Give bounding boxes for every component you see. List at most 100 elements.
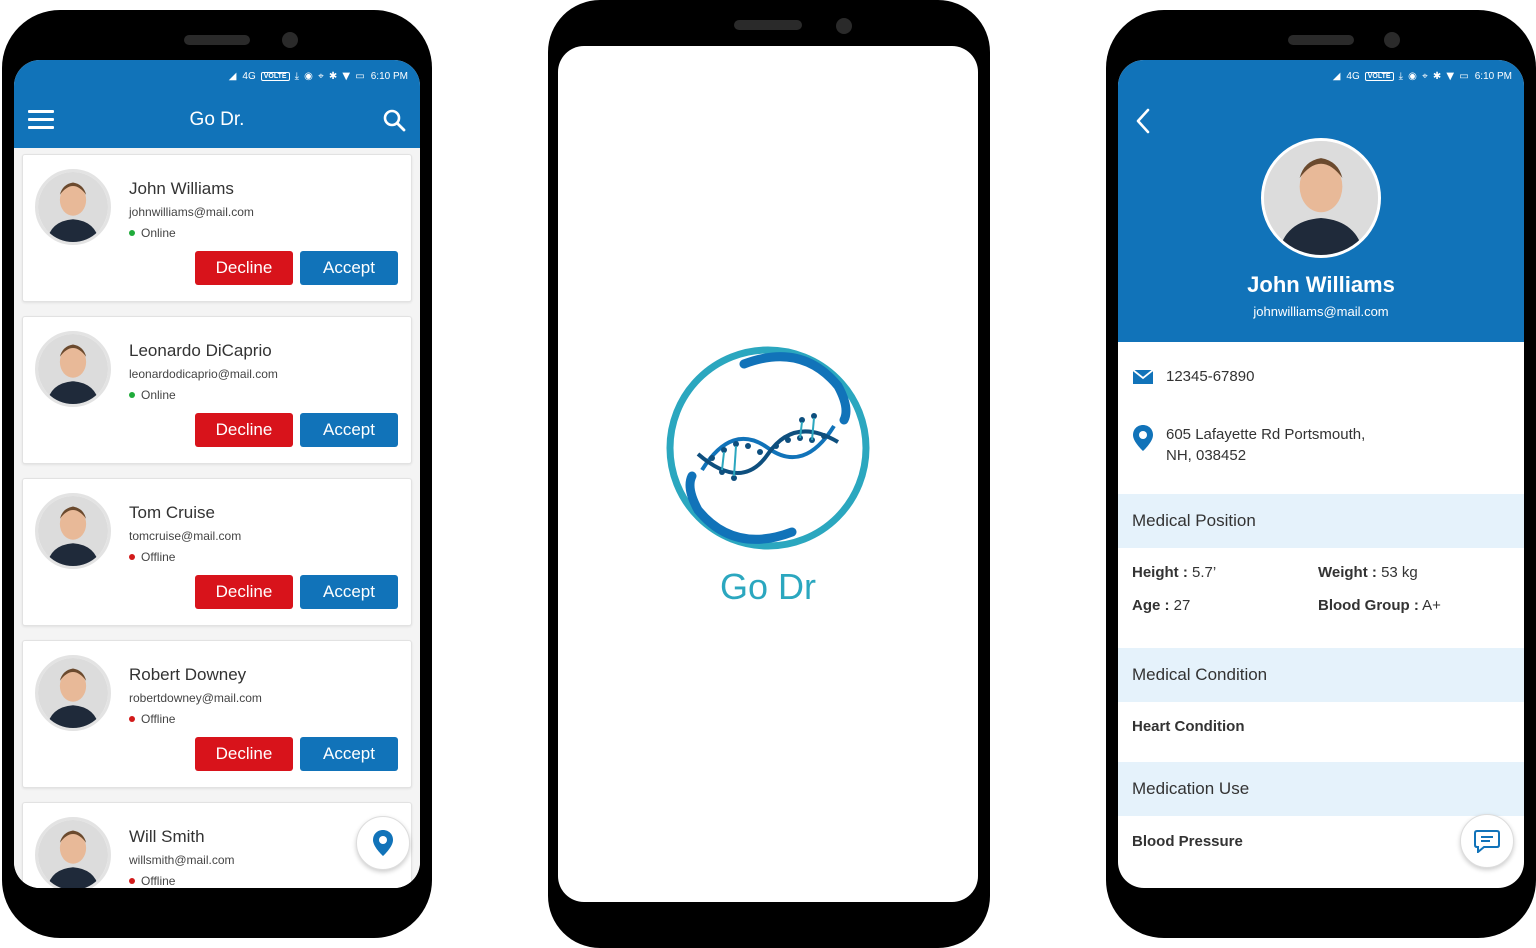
request-card: Robert Downey robertdowney@mail.com Offl… (22, 640, 412, 788)
patient-name: Robert Downey (129, 665, 247, 684)
signal-icon: ◢ (228, 70, 238, 82)
search-icon[interactable] (382, 108, 406, 132)
age-label: Age : (1132, 597, 1170, 614)
mail-icon (1132, 369, 1154, 384)
accept-button[interactable]: Accept (300, 413, 398, 447)
address-row: 605 Lafayette Rd Portsmouth, NH, 038452 (1132, 424, 1510, 466)
avatar (35, 493, 111, 569)
location-pin-icon (373, 830, 393, 856)
clock: 6:10 PM (370, 70, 408, 82)
medication-use-value: Blood Pressure (1132, 833, 1243, 850)
blood-group: A+ (1422, 597, 1441, 614)
status-icons: ⤓ ◉ ⌖ ✱ ▼ ▭ (294, 70, 366, 82)
offline-dot (129, 554, 135, 560)
right-phone: ◢ 4G VOLTE ⤓ ◉ ⌖ ✱ ▼ ▭ 6:10 PM John Will… (1106, 10, 1536, 938)
patient-name: Will Smith (129, 827, 205, 846)
age: 27 (1173, 597, 1191, 614)
blood-group-value: Blood Group : A+ (1318, 597, 1441, 614)
accept-button[interactable]: Accept (300, 737, 398, 771)
app-bar: Go Dr. (14, 92, 420, 148)
medication-use-heading: Medication Use (1118, 762, 1524, 816)
request-list: John Williams johnwilliams@mail.com Onli… (14, 148, 420, 888)
patient-email: leonardodicaprio@mail.com (129, 367, 278, 381)
request-card: Will Smith willsmith@mail.com Offline (22, 802, 412, 888)
status-text: Online (141, 388, 176, 402)
phone-number: 12345-67890 (1166, 368, 1255, 385)
weight-label: Weight : (1318, 564, 1377, 581)
online-dot (129, 230, 135, 236)
weight: 53 kg (1381, 564, 1418, 581)
clock: 6:10 PM (1474, 70, 1512, 82)
status-bar: ◢ 4G VOLTE ⤓ ◉ ⌖ ✱ ▼ ▭ 6:10 PM (1118, 60, 1524, 92)
volte-badge: VOLTE (260, 71, 290, 81)
height: 5.7’ (1192, 564, 1217, 581)
decline-button[interactable]: Decline (195, 413, 293, 447)
back-chevron-icon[interactable] (1132, 106, 1156, 136)
avatar (35, 331, 111, 407)
patient-name: John Williams (129, 179, 234, 198)
status-text: Online (141, 226, 176, 240)
chat-button[interactable] (1460, 814, 1514, 868)
dna-logo-icon (666, 346, 870, 550)
front-camera (282, 32, 298, 48)
status-indicator: Offline (129, 874, 175, 888)
location-pin-icon (1133, 425, 1153, 451)
chat-icon (1474, 830, 1500, 853)
splash-title: Go Dr (719, 566, 816, 607)
weight-value: Weight : 53 kg (1318, 564, 1418, 581)
medical-condition-value: Heart Condition (1132, 718, 1245, 735)
status-indicator: Offline (129, 712, 175, 726)
medical-position-heading: Medical Position (1118, 494, 1524, 548)
profile-name: John Williams (1247, 272, 1395, 297)
offline-dot (129, 716, 135, 722)
patient-name: Tom Cruise (129, 503, 215, 522)
patient-email: tomcruise@mail.com (129, 529, 242, 543)
profile-avatar (1261, 138, 1381, 258)
splash-screen: Go Dr (558, 46, 978, 902)
front-camera (836, 18, 852, 34)
patient-email: johnwilliams@mail.com (129, 205, 254, 219)
patient-name: Leonardo DiCaprio (129, 341, 272, 360)
status-indicator: Online (129, 388, 176, 402)
avatar (35, 655, 111, 731)
decline-button[interactable]: Decline (195, 251, 293, 285)
front-camera (1384, 32, 1400, 48)
status-indicator: Offline (129, 550, 175, 564)
network-type: 4G (242, 70, 256, 82)
middle-phone: Go Dr (548, 0, 990, 948)
status-text: Offline (141, 874, 176, 888)
earpiece-speaker (184, 35, 250, 45)
address: 605 Lafayette Rd Portsmouth, NH, 038452 (1166, 424, 1365, 466)
patient-email: willsmith@mail.com (129, 853, 235, 867)
profile-email: johnwilliams@mail.com (1253, 304, 1389, 319)
height-value: Height : 5.7’ (1132, 564, 1216, 581)
accept-button[interactable]: Accept (300, 251, 398, 285)
profile-screen: ◢ 4G VOLTE ⤓ ◉ ⌖ ✱ ▼ ▭ 6:10 PM John Will… (1118, 60, 1524, 888)
decline-button[interactable]: Decline (195, 575, 293, 609)
earpiece-speaker (1288, 35, 1354, 45)
earpiece-speaker (734, 20, 802, 30)
requests-screen: ◢ 4G VOLTE ⤓ ◉ ⌖ ✱ ▼ ▭ 6:10 PM Go Dr. Jo… (14, 60, 420, 888)
decline-button[interactable]: Decline (195, 737, 293, 771)
online-dot (129, 392, 135, 398)
status-bar: ◢ 4G VOLTE ⤓ ◉ ⌖ ✱ ▼ ▭ 6:10 PM (14, 60, 420, 92)
avatar (35, 817, 111, 888)
offline-dot (129, 878, 135, 884)
height-label: Height : (1132, 564, 1188, 581)
left-phone: ◢ 4G VOLTE ⤓ ◉ ⌖ ✱ ▼ ▭ 6:10 PM Go Dr. Jo… (2, 10, 432, 938)
status-indicator: Online (129, 226, 176, 240)
location-button[interactable] (356, 816, 410, 870)
blood-group-label: Blood Group : (1318, 597, 1419, 614)
menu-icon[interactable] (28, 110, 54, 130)
address-line-1: 605 Lafayette Rd Portsmouth, (1166, 426, 1366, 443)
app-title: Go Dr. (189, 109, 245, 130)
accept-button[interactable]: Accept (300, 575, 398, 609)
medical-condition-heading: Medical Condition (1118, 648, 1524, 702)
request-card: Leonardo DiCaprio leonardodicaprio@mail.… (22, 316, 412, 464)
status-icons: ⤓ ◉ ⌖ ✱ ▼ ▭ (1398, 70, 1470, 82)
age-value: Age : 27 (1132, 597, 1190, 614)
request-card: Tom Cruise tomcruise@mail.com Offline De… (22, 478, 412, 626)
avatar (35, 169, 111, 245)
network-type: 4G (1346, 70, 1360, 82)
request-card: John Williams johnwilliams@mail.com Onli… (22, 154, 412, 302)
